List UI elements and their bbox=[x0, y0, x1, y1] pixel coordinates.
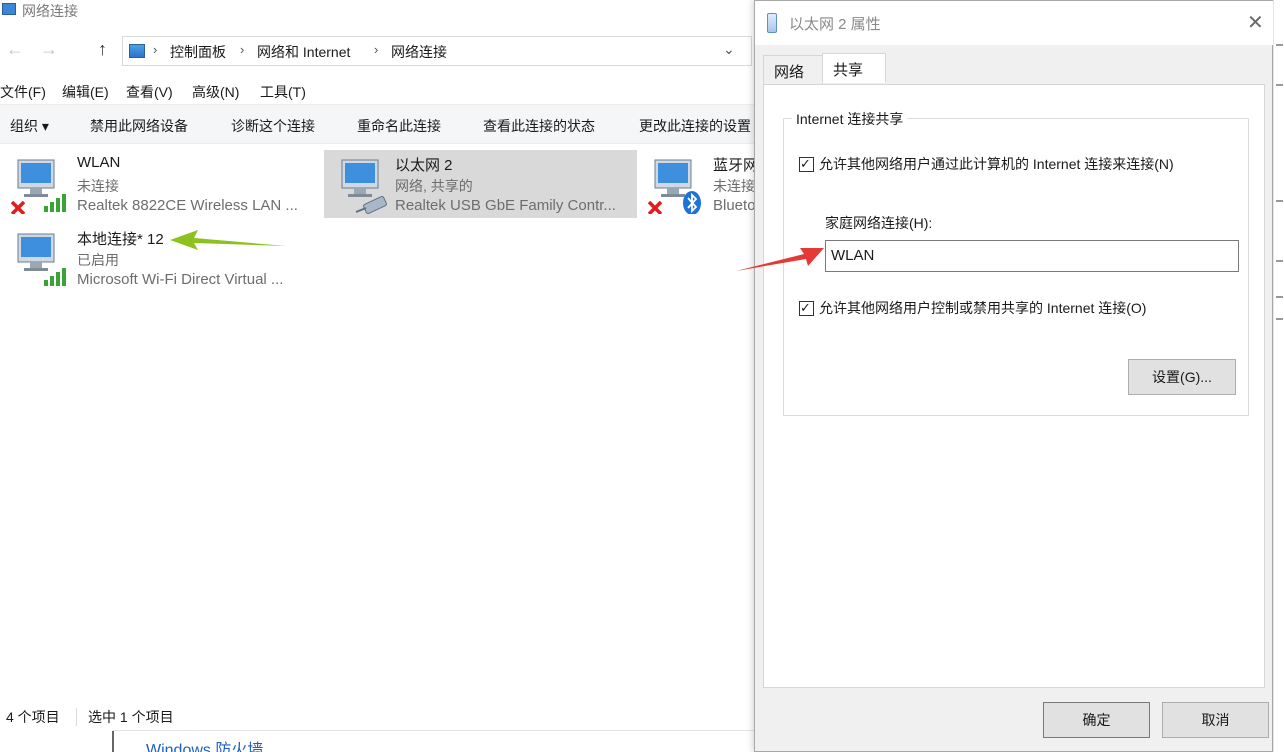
control-panel-icon bbox=[129, 44, 145, 58]
connection-device: Realtek USB GbE Family Contr... bbox=[395, 197, 616, 214]
breadcrumb-chevron-icon: › bbox=[240, 42, 245, 57]
connection-name: 以太网 2 bbox=[395, 157, 453, 174]
background-window: Windows 防火墙 bbox=[112, 730, 754, 752]
cable-icon bbox=[355, 195, 387, 214]
allow-control-label[interactable]: 允许其他网络用户控制或禁用共享的 Internet 连接(O) bbox=[819, 298, 1146, 318]
close-icon[interactable]: ✕ bbox=[1247, 10, 1264, 35]
menu-file[interactable]: 文件(F) bbox=[0, 82, 46, 102]
allow-share-checkbox[interactable]: ✓ bbox=[799, 156, 814, 172]
sharing-panel: Internet 连接共享 ✓ 允许其他网络用户通过此计算机的 Internet… bbox=[763, 84, 1265, 688]
menu-view[interactable]: 查看(V) bbox=[126, 82, 173, 102]
status-divider bbox=[76, 708, 77, 726]
breadcrumb-chevron-icon: › bbox=[153, 42, 158, 57]
red-arrow-annotation bbox=[736, 248, 824, 271]
background-divider bbox=[112, 731, 114, 752]
check-icon: ✓ bbox=[800, 300, 811, 315]
connection-name: 蓝牙网 bbox=[713, 157, 754, 174]
organize-button[interactable]: 组织 ▾ bbox=[10, 116, 49, 136]
menu-edit[interactable]: 编辑(E) bbox=[62, 82, 109, 102]
check-icon: ✓ bbox=[800, 156, 811, 171]
address-dropdown-icon[interactable]: ⌄ bbox=[723, 41, 735, 58]
connection-name: 本地连接* 12 bbox=[77, 231, 164, 248]
breadcrumb-control-panel[interactable]: 控制面板 bbox=[170, 42, 226, 62]
group-label: Internet 连接共享 bbox=[792, 109, 908, 129]
dialog-titlebar: 以太网 2 属性 ✕ bbox=[755, 1, 1274, 45]
breadcrumb-network-connections[interactable]: 网络连接 bbox=[391, 42, 447, 62]
monitor-icon bbox=[17, 233, 66, 286]
allow-control-checkbox[interactable]: ✓ bbox=[799, 300, 814, 316]
ok-button[interactable]: 确定 bbox=[1043, 702, 1150, 738]
diagnose-button[interactable]: 诊断这个连接 bbox=[231, 116, 315, 136]
status-bar: 4 个项目 选中 1 个项目 bbox=[0, 704, 754, 730]
connection-status: 已启用 bbox=[77, 252, 119, 268]
connection-name: WLAN bbox=[77, 154, 121, 171]
selected-count: 选中 1 个项目 bbox=[88, 709, 174, 725]
red-x-icon bbox=[10, 200, 26, 214]
strip-mark bbox=[1276, 200, 1283, 202]
strip-mark bbox=[1276, 296, 1283, 298]
breadcrumb-network-internet[interactable]: 网络和 Internet bbox=[257, 42, 350, 62]
tab-network[interactable]: 网络 bbox=[763, 55, 823, 85]
window-title: 网络连接 bbox=[22, 3, 78, 19]
connection-item-ethernet2[interactable]: 以太网 2 网络, 共享的 Realtek USB GbE Family Con… bbox=[324, 150, 637, 218]
address-bar[interactable]: › 控制面板 › 网络和 Internet › 网络连接 ⌄ bbox=[122, 36, 752, 66]
connection-status: 未连接 bbox=[77, 178, 119, 194]
menu-bar: 文件(F) 编辑(E) 查看(V) 高级(N) 工具(T) bbox=[0, 80, 754, 102]
network-folder-icon bbox=[2, 3, 16, 15]
ics-group: Internet 连接共享 ✓ 允许其他网络用户通过此计算机的 Internet… bbox=[783, 109, 1249, 416]
strip-mark bbox=[1276, 260, 1283, 262]
ethernet-plug-icon bbox=[767, 13, 777, 33]
firewall-link[interactable]: Windows 防火墙 bbox=[146, 736, 263, 752]
connection-device: Realtek 8822CE Wireless LAN ... bbox=[77, 197, 298, 214]
explorer-window: 网络连接 ← → ↑ › 控制面板 › 网络和 Internet › 网络连接 … bbox=[0, 0, 754, 730]
item-count: 4 个项目 bbox=[6, 709, 60, 725]
green-arrow-annotation bbox=[170, 230, 286, 250]
rename-button[interactable]: 重命名此连接 bbox=[357, 116, 441, 136]
breadcrumb-chevron-icon: › bbox=[374, 42, 379, 57]
dialog-title: 以太网 2 属性 bbox=[789, 16, 881, 33]
command-bar: 组织 ▾ 禁用此网络设备 诊断这个连接 重命名此连接 查看此连接的状态 更改此连… bbox=[0, 104, 754, 144]
connection-status: 网络, 共享的 bbox=[395, 178, 473, 194]
view-status-button[interactable]: 查看此连接的状态 bbox=[483, 116, 595, 136]
connection-device: Blueto bbox=[713, 197, 754, 214]
change-settings-button[interactable]: 更改此连接的设置 bbox=[639, 116, 751, 136]
explorer-titlebar: 网络连接 bbox=[0, 0, 754, 22]
connection-device: Microsoft Wi-Fi Direct Virtual ... bbox=[77, 271, 284, 288]
allow-share-label[interactable]: 允许其他网络用户通过此计算机的 Internet 连接来连接(N) bbox=[819, 154, 1174, 174]
settings-button[interactable]: 设置(G)... bbox=[1128, 359, 1236, 395]
tab-sharing[interactable]: 共享 bbox=[822, 53, 886, 83]
strip-mark bbox=[1276, 44, 1283, 46]
home-network-label: 家庭网络连接(H): bbox=[825, 215, 933, 231]
menu-advanced[interactable]: 高级(N) bbox=[192, 82, 239, 102]
menu-tools[interactable]: 工具(T) bbox=[260, 82, 306, 102]
connection-item-wlan[interactable]: WLAN 未连接 Realtek 8822CE Wireless LAN ... bbox=[0, 150, 318, 218]
forward-button[interactable]: → bbox=[40, 39, 58, 60]
connection-status: 未连接 bbox=[713, 178, 754, 194]
red-x-icon bbox=[647, 200, 663, 214]
bluetooth-icon bbox=[683, 191, 701, 214]
monitor-icon bbox=[10, 159, 66, 214]
connection-item-bluetooth[interactable]: 蓝牙网 未连接 Blueto bbox=[637, 150, 754, 218]
disable-device-button[interactable]: 禁用此网络设备 bbox=[90, 116, 188, 136]
properties-dialog: 以太网 2 属性 ✕ 网络 共享 Internet 连接共享 ✓ 允许其他网络用… bbox=[754, 0, 1274, 752]
cancel-button[interactable]: 取消 bbox=[1162, 702, 1269, 738]
up-button[interactable]: ↑ bbox=[98, 39, 107, 60]
monitor-icon bbox=[647, 159, 701, 214]
strip-mark bbox=[1276, 318, 1283, 320]
background-window-strip bbox=[1273, 0, 1284, 752]
monitor-icon bbox=[341, 159, 387, 214]
navigation-bar: ← → ↑ › 控制面板 › 网络和 Internet › 网络连接 ⌄ bbox=[0, 30, 754, 72]
back-button[interactable]: ← bbox=[6, 39, 24, 60]
home-network-select[interactable]: WLAN bbox=[825, 240, 1239, 272]
strip-mark bbox=[1276, 84, 1283, 86]
